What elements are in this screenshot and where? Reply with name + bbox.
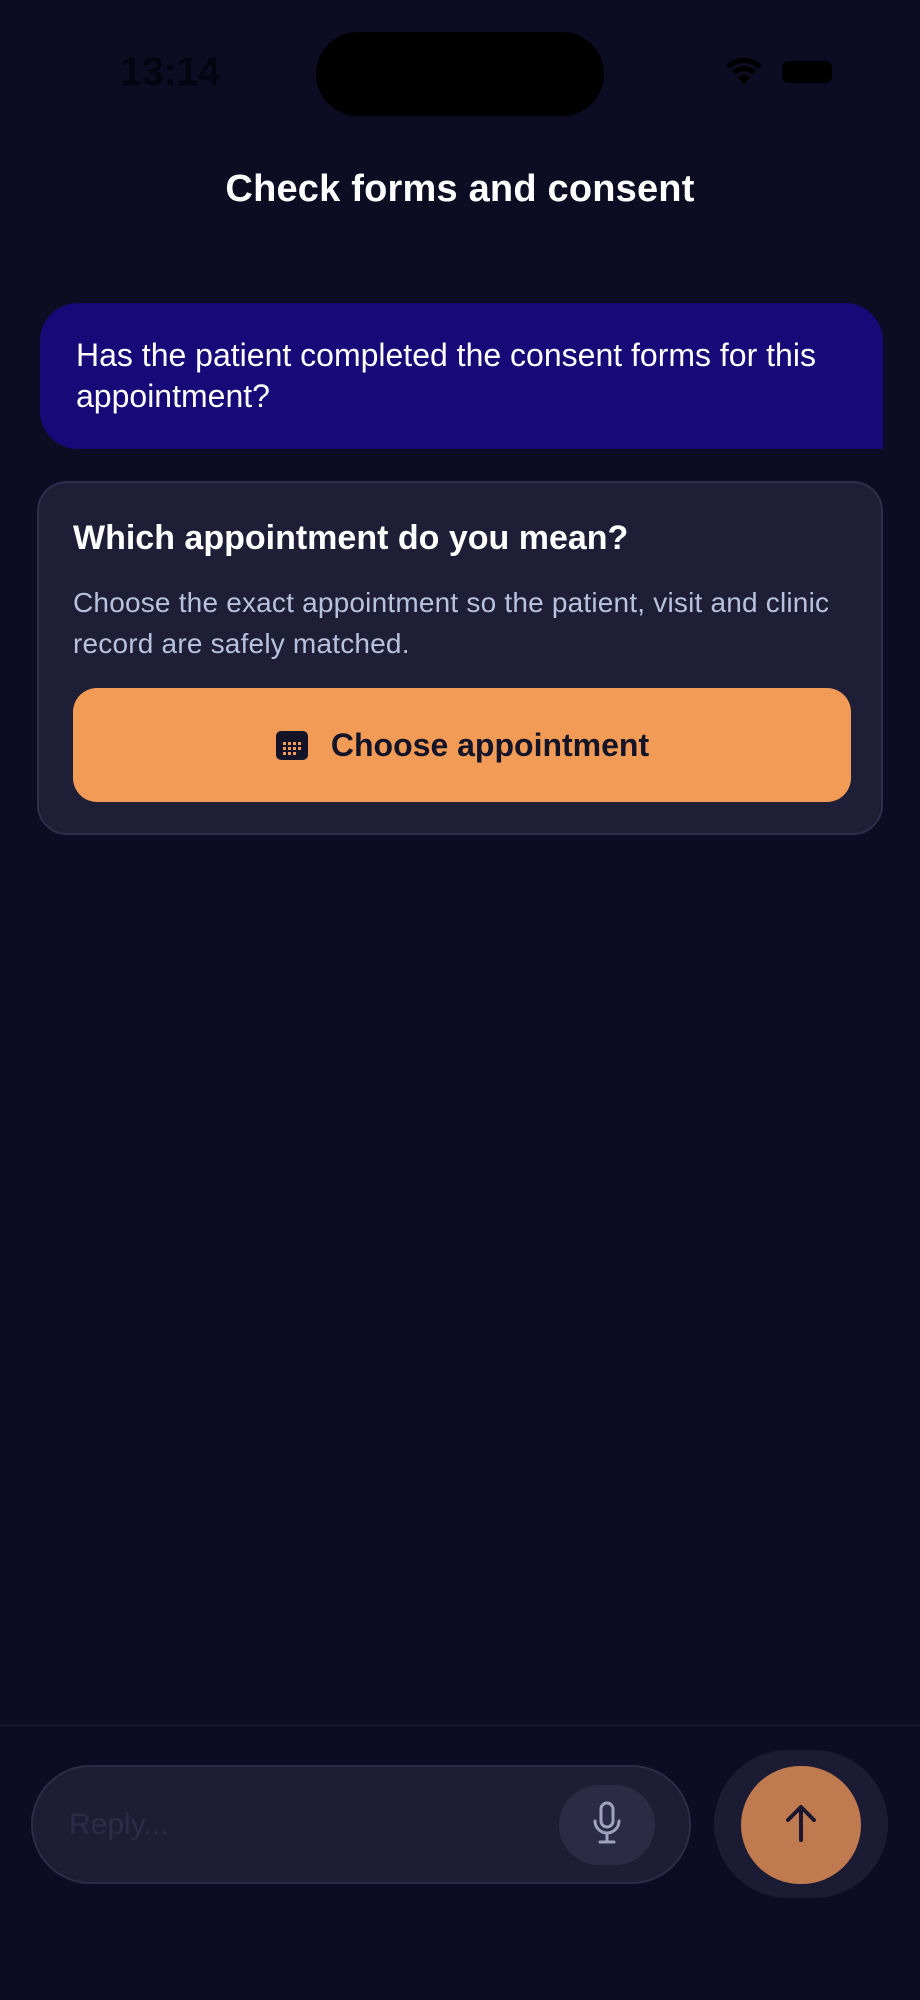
choose-appointment-button[interactable]: Choose appointment: [73, 688, 851, 802]
clarification-description: Choose the exact appointment so the pati…: [73, 587, 830, 659]
chat-screen: 13:14 Check forms and consent Has the pa…: [0, 0, 920, 2000]
reply-input[interactable]: [69, 1807, 539, 1842]
battery-icon: [782, 61, 832, 83]
user-message-bubble: Has the patient completed the consent fo…: [40, 303, 883, 449]
clarification-title: Which appointment do you mean?: [73, 519, 629, 557]
microphone-button[interactable]: [559, 1785, 655, 1865]
send-button-container: [714, 1750, 888, 1898]
arrow-up-icon: [783, 1803, 819, 1848]
microphone-icon: [592, 1801, 622, 1850]
dynamic-island: [316, 32, 604, 116]
calendar-icon: [275, 729, 309, 761]
choose-appointment-label: Choose appointment: [330, 726, 650, 763]
page-title: Check forms and consent: [225, 168, 695, 210]
send-button[interactable]: [741, 1766, 861, 1884]
composer-divider: [0, 1725, 920, 1726]
user-message-text: Has the patient completed the consent fo…: [76, 337, 816, 414]
clarification-card: Which appointment do you mean? Choose th…: [37, 481, 883, 835]
status-icons: [724, 58, 832, 86]
status-time: 13:14: [120, 50, 220, 94]
wifi-icon: [724, 58, 764, 86]
reply-field[interactable]: [31, 1765, 691, 1884]
